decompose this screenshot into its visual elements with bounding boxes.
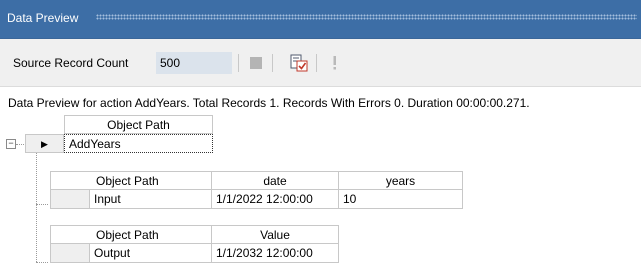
stop-icon <box>250 57 262 69</box>
title-bar-grip[interactable] <box>96 14 637 20</box>
tree-line <box>36 153 37 262</box>
data-preview-title-bar: Data Preview <box>0 0 641 39</box>
collapse-toggle[interactable]: − <box>6 139 16 149</box>
output-cell-object-path[interactable]: Output <box>90 244 212 263</box>
collapse-minus-icon: − <box>8 138 14 148</box>
row-selector[interactable]: ▶ <box>25 134 64 153</box>
output-cell-value[interactable]: 1/1/2032 12:00:00 <box>212 244 339 263</box>
current-row-pointer-icon: ▶ <box>41 139 48 149</box>
source-record-count-label: Source Record Count <box>13 56 129 70</box>
stop-button[interactable] <box>247 53 265 73</box>
toolbar-separator <box>316 54 317 72</box>
input-cell-years[interactable]: 10 <box>339 190 463 209</box>
toolbar-separator <box>272 54 273 72</box>
input-header-object-path[interactable]: Object Path <box>50 171 212 190</box>
preview-check-icon <box>290 54 308 72</box>
input-row-selector[interactable] <box>50 190 90 209</box>
errors-button[interactable] <box>326 53 344 73</box>
exclamation-icon <box>333 56 336 70</box>
tree-line <box>36 204 48 205</box>
column-header-object-path[interactable]: Object Path <box>64 115 213 134</box>
toolbar-separator <box>238 54 239 72</box>
cell-object-path-root[interactable]: AddYears <box>64 134 213 153</box>
input-cell-object-path[interactable]: Input <box>90 190 212 209</box>
input-header-date[interactable]: date <box>212 171 339 190</box>
panel-title: Data Preview <box>7 11 79 25</box>
output-header-value[interactable]: Value <box>212 225 339 244</box>
input-header-years[interactable]: years <box>339 171 463 190</box>
toolbar: Source Record Count <box>0 39 641 87</box>
status-text: Data Preview for action AddYears. Total … <box>8 96 530 110</box>
run-preview-button[interactable] <box>290 53 308 73</box>
tree-connector <box>16 144 24 145</box>
output-header-object-path[interactable]: Object Path <box>50 225 212 244</box>
input-cell-date[interactable]: 1/1/2022 12:00:00 <box>212 190 339 209</box>
source-record-count-input[interactable] <box>156 52 232 74</box>
tree-line <box>36 262 48 263</box>
preview-grid: Object Path − ▶ AddYears Object Path dat… <box>0 114 641 276</box>
output-row-selector[interactable] <box>50 244 90 263</box>
